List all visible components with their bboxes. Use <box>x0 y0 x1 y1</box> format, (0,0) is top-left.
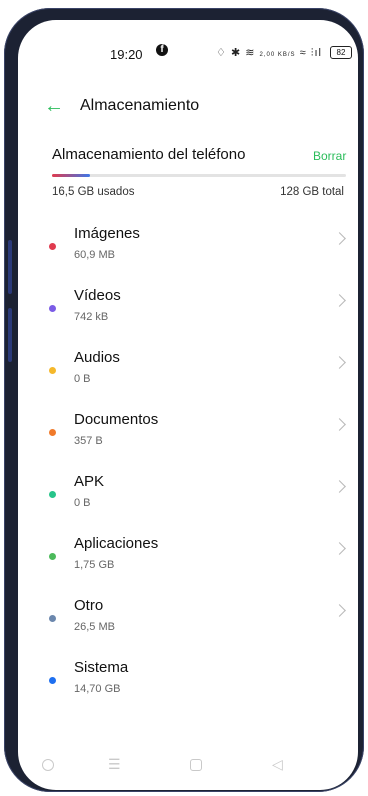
category-size: 60,9 MB <box>74 249 115 261</box>
navigation-bar: ☰ ◁ <box>18 742 358 790</box>
category-color-dot <box>49 677 56 684</box>
used-storage-label: 16,5 GB usados <box>52 186 135 198</box>
category-name: Imágenes <box>74 225 140 242</box>
status-bar: 19:20 f ♢ ✱ ≋ 2,00 KB/S ≈ ⫶ıl 82 <box>18 20 358 66</box>
category-item-aplicaciones[interactable]: Aplicaciones 1,75 GB <box>18 530 358 592</box>
chevron-right-icon <box>333 418 346 431</box>
category-name: Sistema <box>74 659 129 676</box>
storage-progress-fill <box>52 174 91 177</box>
chevron-right-icon <box>333 294 346 307</box>
signal-icon: ⫶ıl <box>310 47 322 59</box>
alarm-icon: ♢ <box>216 47 227 59</box>
page-title: Almacenamiento <box>80 97 200 114</box>
category-list: Imágenes 60,9 MB Vídeos 742 kB Audios 0 … <box>18 220 358 716</box>
facebook-notification-icon: f <box>156 44 168 56</box>
category-color-dot <box>49 491 56 498</box>
chevron-right-icon <box>333 604 346 617</box>
wifi-icon: ≈ <box>299 47 307 59</box>
category-color-dot <box>49 553 56 560</box>
volume-down-button <box>8 308 12 362</box>
category-size: 0 B <box>74 373 91 385</box>
category-color-dot <box>49 305 56 312</box>
chevron-right-icon <box>333 356 346 369</box>
chevron-right-icon <box>333 542 346 555</box>
category-size: 742 kB <box>74 311 109 323</box>
category-item-audios[interactable]: Audios 0 B <box>18 344 358 406</box>
chevron-right-icon <box>333 232 346 245</box>
storage-title: Almacenamiento del teléfono <box>52 146 246 163</box>
category-name: Otro <box>74 597 104 614</box>
home-square-icon[interactable] <box>190 759 202 771</box>
category-color-dot <box>49 615 56 622</box>
arrow-left-icon[interactable]: ← <box>44 93 64 119</box>
assistant-circle-icon[interactable] <box>42 759 54 771</box>
total-storage-label: 128 GB total <box>280 186 344 198</box>
battery-icon: 82 <box>330 46 352 59</box>
category-name: APK <box>74 473 105 490</box>
category-size: 0 B <box>74 497 91 509</box>
chevron-right-icon <box>333 480 346 493</box>
category-size: 14,70 GB <box>74 683 121 695</box>
status-icons: ♢ ✱ ≋ 2,00 KB/S ≈ ⫶ıl <box>216 46 322 60</box>
category-size: 357 B <box>74 435 103 447</box>
net-speed: 2,00 KB/S <box>259 52 296 58</box>
category-name: Documentos <box>74 411 159 428</box>
category-color-dot <box>49 243 56 250</box>
category-name: Aplicaciones <box>74 535 159 552</box>
category-item-apk[interactable]: APK 0 B <box>18 468 358 530</box>
category-item-otro[interactable]: Otro 26,5 MB <box>18 592 358 654</box>
category-size: 1,75 GB <box>74 559 115 571</box>
volume-up-button <box>8 240 12 294</box>
category-size: 26,5 MB <box>74 621 115 633</box>
screen: 19:20 f ♢ ✱ ≋ 2,00 KB/S ≈ ⫶ıl 82 ← Almac… <box>18 20 358 790</box>
category-color-dot <box>49 429 56 436</box>
storage-progress-bar <box>52 174 346 177</box>
phone-frame: 19:20 f ♢ ✱ ≋ 2,00 KB/S ≈ ⫶ıl 82 ← Almac… <box>4 8 364 792</box>
bluetooth-icon: ✱ <box>230 47 242 59</box>
clear-button[interactable]: Borrar <box>313 149 346 163</box>
recent-apps-menu-icon[interactable]: ☰ <box>108 756 121 773</box>
category-name: Audios <box>74 349 120 366</box>
category-item-imagenes[interactable]: Imágenes 60,9 MB <box>18 220 358 282</box>
app-header: ← Almacenamiento <box>18 93 358 123</box>
category-color-dot <box>49 367 56 374</box>
category-name: Vídeos <box>74 287 121 304</box>
status-time: 19:20 <box>110 47 143 62</box>
category-item-sistema: Sistema 14,70 GB <box>18 654 358 716</box>
category-item-videos[interactable]: Vídeos 742 kB <box>18 282 358 344</box>
back-triangle-icon[interactable]: ◁ <box>272 756 283 773</box>
category-item-documentos[interactable]: Documentos 357 B <box>18 406 358 468</box>
vibrate-icon: ≋ <box>245 47 256 59</box>
